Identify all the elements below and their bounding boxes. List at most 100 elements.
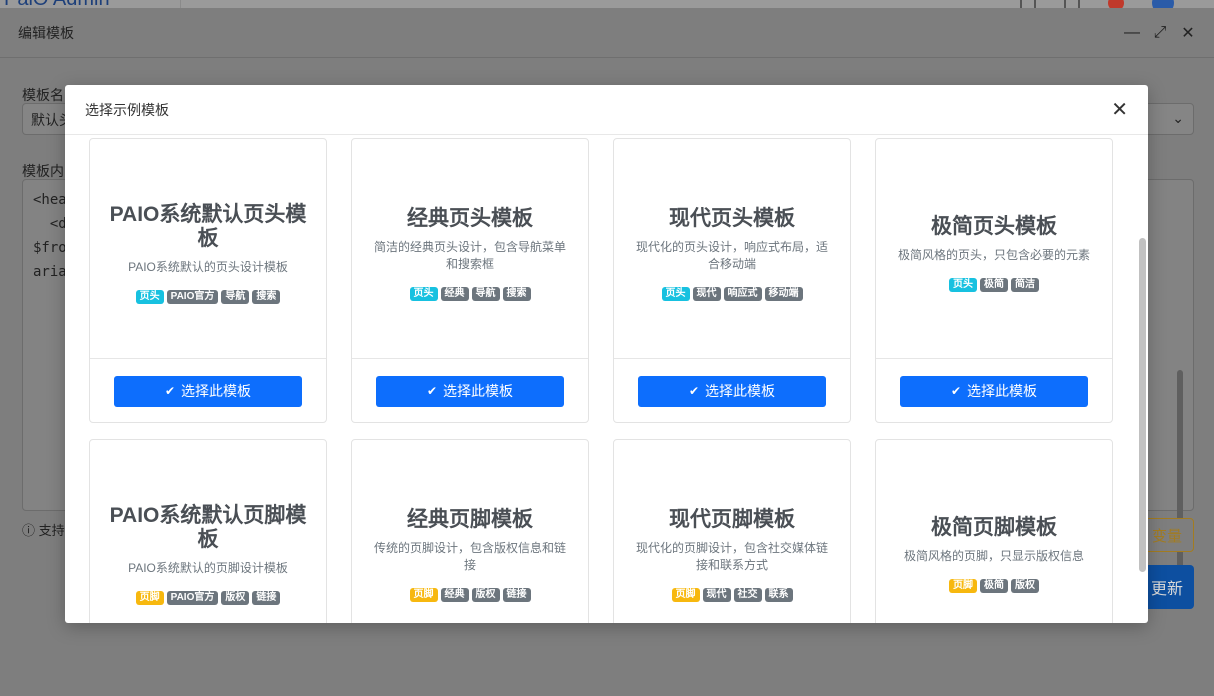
- template-description: 传统的页脚设计，包含版权信息和链接: [373, 540, 566, 572]
- select-template-button[interactable]: ✔ 选择此模板: [114, 375, 302, 407]
- template-tag: 搜索: [252, 290, 281, 304]
- select-template-label: 选择此模板: [181, 383, 252, 399]
- template-tag: 经典: [440, 286, 469, 301]
- select-template-button[interactable]: ✔ 选择此模板: [376, 375, 564, 407]
- select-template-button[interactable]: ✔ 选择此模板: [638, 375, 826, 407]
- template-card: 现代页脚模板 现代化的页脚设计，包含社交媒体链接和联系方式 页脚现代社交联系 ✔…: [613, 439, 851, 623]
- template-tag: PAIO官方: [166, 591, 219, 605]
- template-description: 极简风格的页脚，只显示版权信息: [903, 549, 1084, 563]
- header-divider: [180, 0, 181, 8]
- template-description: 简洁的经典页头设计，包含导航菜单和搜索框: [373, 239, 566, 271]
- template-tag: 页脚: [671, 587, 700, 602]
- template-tag: PAIO官方: [166, 290, 219, 304]
- edit-dialog-header: 编辑模板 — ⤢ ✕: [0, 8, 1214, 58]
- template-card: 经典页头模板 简洁的经典页头设计，包含导航菜单和搜索框 页头 经典 导航 搜索 ✔ 选…: [351, 138, 589, 423]
- update-button[interactable]: 更新: [1140, 565, 1194, 609]
- modal-header: 选择示例模板 ✕: [65, 85, 1148, 135]
- template-tag: 移动端: [764, 286, 803, 301]
- template-card-body: 极简页头模板 极简风格的页头，只包含必要的元素 页头 极简 简洁: [876, 139, 1112, 359]
- template-card-body: 现代页脚模板 现代化的页脚设计，包含社交媒体链接和联系方式 页脚 现代 社交 联系: [614, 440, 850, 623]
- template-title: PAIO系统默认页脚模板: [109, 504, 307, 551]
- template-card: 极简页头模板 极简风格的页头，只包含必要的元素 页头 极简 简洁 ✔ 选择此模板: [875, 138, 1113, 423]
- check-icon: ✔: [164, 384, 176, 398]
- template-tags: 页脚 PAIO官方 版权 链接: [135, 591, 281, 605]
- template-name-label: 模板名: [22, 87, 64, 103]
- template-card-footer: ✔ 选择此模板: [876, 359, 1112, 423]
- template-tags: 页头 现代 响应式 移动端: [661, 286, 803, 301]
- select-template-modal: 选择示例模板 ✕ PAIO系统默认页头模板 PAIO系统默认的页头设计模板 页头…: [65, 85, 1148, 623]
- template-card: 现代页头模板 现代化的页头设计，响应式布局，适合移动端 页头 现代 响应式 移动端 ✔…: [613, 138, 851, 423]
- template-tag: 现代: [702, 587, 731, 602]
- template-tag: 页脚: [409, 587, 438, 602]
- template-tag: 页脚: [135, 591, 164, 605]
- minimize-icon[interactable]: —: [1124, 24, 1140, 42]
- modal-body: PAIO系统默认页头模板 PAIO系统默认的页头设计模板 页头 PAIO官方 导航搜…: [65, 135, 1148, 623]
- template-tag: 简洁: [1011, 278, 1039, 292]
- select-template-label: 选择此模板: [967, 383, 1038, 399]
- template-tag: 链接: [502, 587, 531, 602]
- template-title: 经典页头模板: [407, 206, 533, 230]
- select-template-label: 选择此模板: [443, 383, 514, 399]
- template-tag: 页头: [409, 286, 438, 301]
- edit-dialog-title: 编辑模板: [18, 24, 74, 41]
- template-description: 现代化的页脚设计，包含社交媒体链接和联系方式: [635, 540, 828, 572]
- template-card-body: PAIO系统默认页头模板 PAIO系统默认的页头设计模板 页头 PAIO官方 导航搜…: [90, 139, 326, 359]
- template-title: 极简页脚模板: [931, 516, 1057, 539]
- template-tag: 极简: [980, 579, 1008, 593]
- template-card-body: 现代页头模板 现代化的页头设计，响应式布局，适合移动端 页头 现代 响应式 移动端: [614, 139, 850, 359]
- template-tag: 页头: [135, 290, 164, 304]
- check-icon: ✔: [688, 384, 700, 398]
- template-card: 极简页脚模板 极简风格的页脚，只显示版权信息 页脚极简版权 ✔ 选择此模板: [875, 439, 1113, 623]
- check-icon: ✔: [950, 384, 962, 398]
- support-hint: ⓘ 支持: [22, 523, 65, 538]
- template-card-footer: ✔ 选择此模板: [90, 359, 326, 423]
- template-card-body: PAIO系统默认页脚模板 PAIO系统默认的页脚设计模板 页脚 PAIO官方 版权链…: [90, 440, 326, 623]
- insert-variable-button[interactable]: 变量: [1140, 518, 1194, 552]
- template-title: PAIO系统默认页头模板: [109, 203, 307, 250]
- template-tags: 页头 极简 简洁: [949, 278, 1039, 292]
- check-icon: ✔: [426, 384, 438, 398]
- app-header: PaiO Admin: [0, 0, 1214, 14]
- template-tag: 响应式: [723, 286, 762, 301]
- template-card-body: 极简页脚模板 极简风格的页脚，只显示版权信息 页脚 极简 版权: [876, 440, 1112, 623]
- template-tag: 页头: [949, 278, 977, 292]
- template-card: 经典页脚模板 传统的页脚设计，包含版权信息和链接 页脚经典版权链接 ✔ 选择此模…: [351, 439, 589, 623]
- template-tag: 链接: [252, 591, 281, 605]
- template-tags: 页脚 现代 社交 联系: [671, 587, 793, 602]
- template-tag: 页头: [661, 286, 690, 301]
- template-card-body: 经典页脚模板 传统的页脚设计，包含版权信息和链接 页脚 经典 版权 链接: [352, 440, 588, 623]
- template-title: 现代页脚模板: [669, 507, 795, 531]
- template-title: 经典页脚模板: [407, 507, 533, 531]
- template-description: 现代化的页头设计，响应式布局，适合移动端: [635, 239, 828, 271]
- template-tag: 极简: [980, 278, 1008, 292]
- template-tag: 联系: [764, 587, 793, 602]
- template-title: 极简页头模板: [931, 215, 1057, 238]
- template-tag: 现代: [692, 286, 721, 301]
- template-tag: 版权: [221, 591, 250, 605]
- template-tag: 经典: [440, 587, 469, 602]
- modal-scrollbar[interactable]: [1139, 238, 1146, 572]
- template-tag: 导航: [471, 286, 500, 301]
- template-tags: 页脚 经典 版权 链接: [409, 587, 531, 602]
- info-icon: ⓘ: [22, 523, 36, 538]
- template-tags: 页头 PAIO官方 导航 搜索: [135, 290, 281, 304]
- template-card-footer: ✔ 选择此模板: [352, 359, 588, 423]
- modal-title: 选择示例模板: [85, 101, 169, 118]
- template-tags: 页脚 极简 版权: [949, 579, 1039, 593]
- maximize-icon[interactable]: ⤢: [1152, 24, 1168, 42]
- close-icon[interactable]: ✕: [1111, 97, 1128, 122]
- template-card: PAIO系统默认页脚模板 PAIO系统默认的页脚设计模板 页脚 PAIO官方 版权链…: [89, 439, 327, 623]
- close-icon[interactable]: ✕: [1180, 23, 1196, 43]
- template-description: PAIO系统默认的页脚设计模板: [128, 561, 288, 575]
- select-template-button[interactable]: ✔ 选择此模板: [900, 375, 1088, 407]
- select-template-label: 选择此模板: [705, 383, 776, 399]
- chevron-down-icon[interactable]: ⌄: [1172, 110, 1184, 127]
- template-tags: 页头 经典 导航 搜索: [409, 286, 531, 301]
- template-card-footer: ✔ 选择此模板: [614, 359, 850, 423]
- template-card: PAIO系统默认页头模板 PAIO系统默认的页头设计模板 页头 PAIO官方 导航搜…: [89, 138, 327, 423]
- template-title: 现代页头模板: [669, 206, 795, 230]
- template-description: 极简风格的页头，只包含必要的元素: [897, 248, 1090, 262]
- template-tag: 页脚: [949, 579, 977, 593]
- template-content-label: 模板内: [22, 163, 64, 179]
- template-tag: 版权: [1011, 579, 1039, 593]
